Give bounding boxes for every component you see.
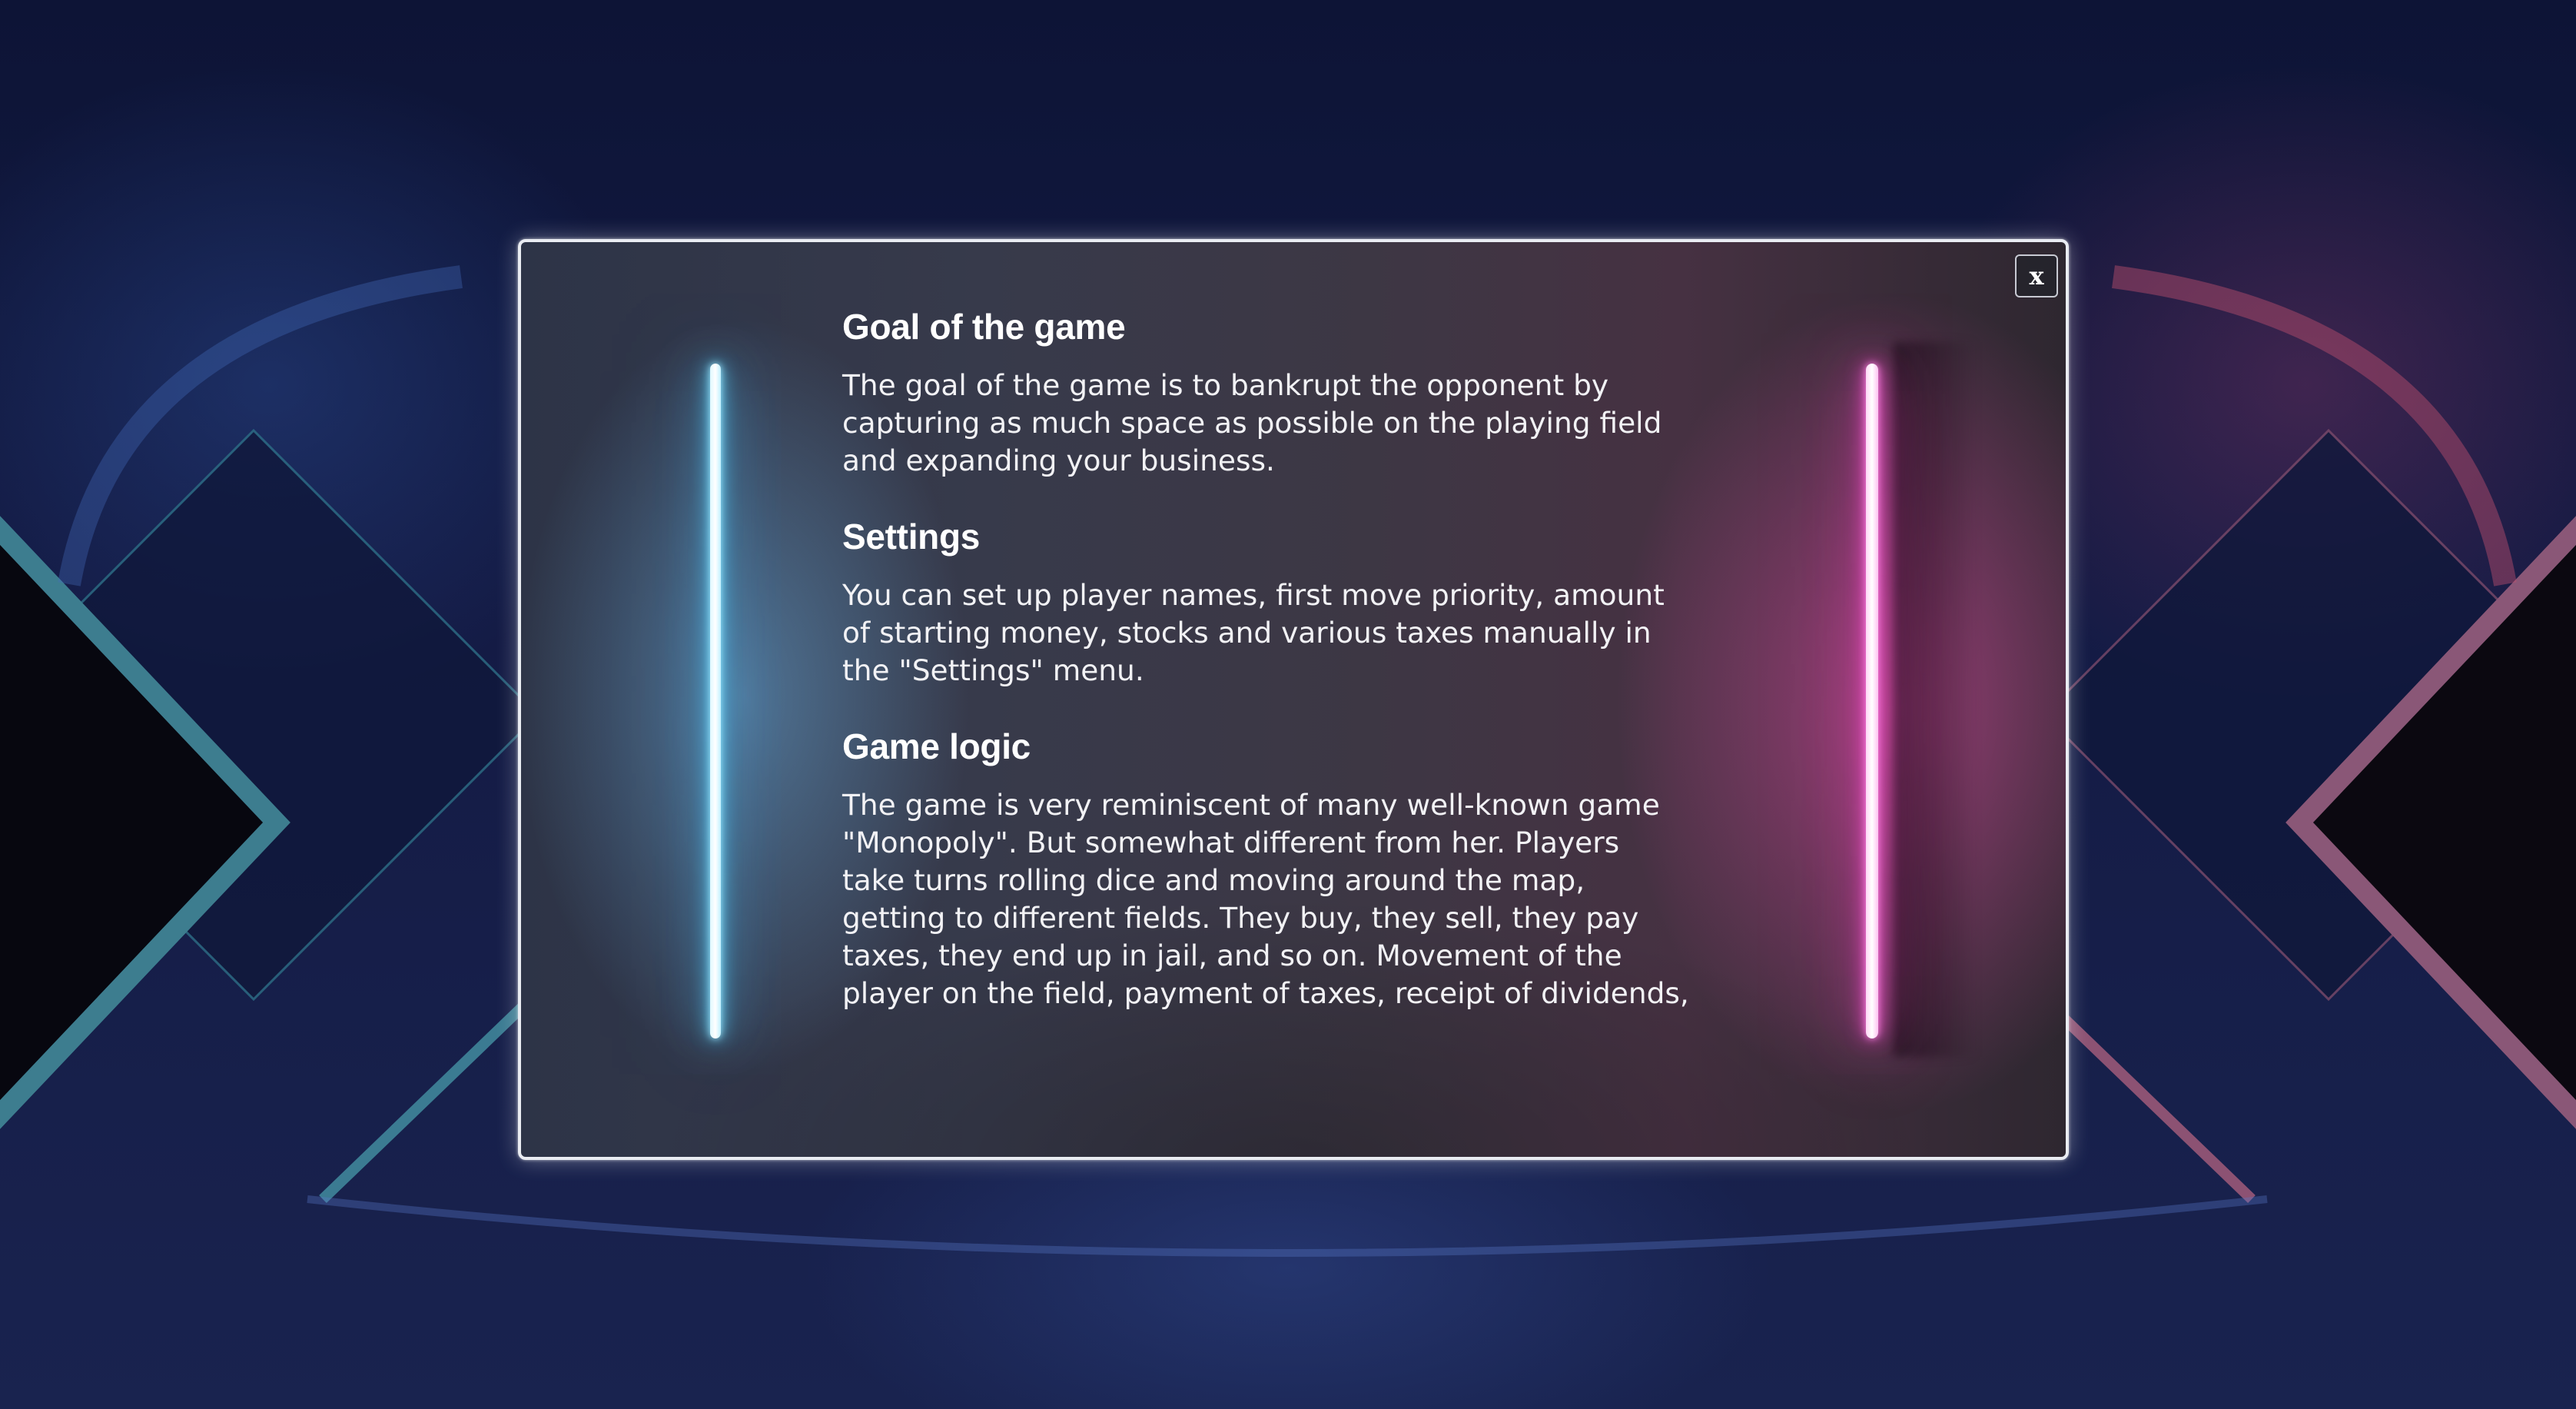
body-line: player on the field, payment of taxes, r… — [842, 976, 1689, 1010]
section-body: The game is very reminiscent of many wel… — [842, 786, 1764, 1012]
section-title: Game logic — [842, 726, 1031, 766]
floor-arc — [307, 1195, 2268, 1257]
left-back-diamond — [0, 428, 540, 1002]
neon-light-left — [710, 364, 721, 1038]
section-goal: Goal of the game The goal of the game is… — [842, 305, 1764, 480]
right-top-arc — [2112, 265, 2517, 587]
body-line: "Monopoly". But somewhat different from … — [842, 826, 1620, 859]
section-game-logic: Game logic The game is very reminiscent … — [842, 725, 1764, 1012]
body-line: and expanding your business. — [842, 444, 1275, 477]
section-title: Goal of the game — [842, 307, 1126, 347]
close-button[interactable]: x — [2015, 254, 2058, 297]
section-body: The goal of the game is to bankrupt the … — [842, 367, 1764, 480]
body-line: take turns rolling dice and moving aroun… — [842, 863, 1585, 897]
section-settings: Settings You can set up player names, fi… — [842, 515, 1764, 690]
right-lower-edge — [2040, 995, 2256, 1204]
left-top-arc — [58, 265, 463, 587]
rules-content: Goal of the game The goal of the game is… — [842, 305, 1764, 1012]
body-line: capturing as much space as possible on t… — [842, 406, 1662, 440]
body-line: The game is very reminiscent of many wel… — [842, 788, 1660, 822]
body-line: the "Settings" menu. — [842, 653, 1144, 687]
neon-light-right — [1866, 364, 1878, 1038]
right-front-diamond — [2286, 516, 2576, 1129]
rules-modal: x Goal of the game The goal of the game … — [518, 239, 2069, 1160]
left-lower-edge — [319, 995, 534, 1204]
body-line: taxes, they end up in jail, and so on. M… — [842, 939, 1622, 972]
body-line: You can set up player names, first move … — [842, 578, 1665, 612]
body-line: of starting money, stocks and various ta… — [842, 616, 1651, 650]
right-back-diamond — [2042, 428, 2576, 1002]
body-line: The goal of the game is to bankrupt the … — [842, 368, 1609, 402]
left-front-diamond — [0, 516, 290, 1129]
section-title: Settings — [842, 517, 981, 557]
neon-shadow-right — [1893, 342, 1977, 1057]
body-line: getting to different fields. They buy, t… — [842, 901, 1639, 935]
section-body: You can set up player names, first move … — [842, 577, 1764, 690]
